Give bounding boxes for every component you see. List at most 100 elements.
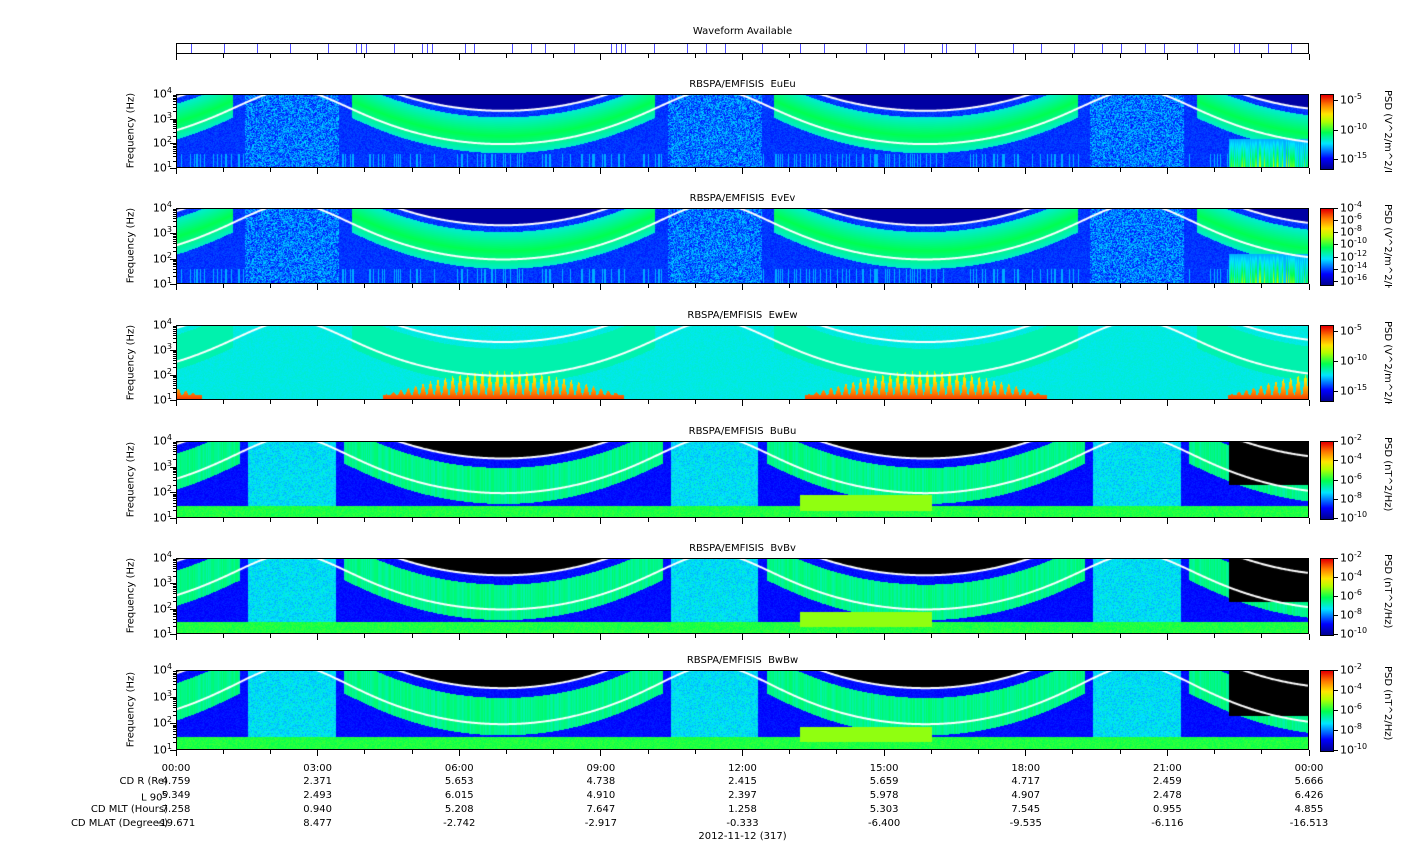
ephemeris-value: 2.493 (303, 790, 332, 801)
x-tick-mark (1308, 284, 1310, 290)
y-tick-mark (173, 700, 176, 702)
colorbar-tick-label: 10-8 (1340, 607, 1362, 622)
y-tick-mark (173, 351, 176, 353)
y-tick-label: 102 (152, 484, 172, 499)
waveform-mark (512, 44, 514, 53)
waveform-mark (1040, 44, 1042, 53)
colorbar-tick-label: 10-6 (1340, 471, 1362, 487)
colorbar-tick-mark (1333, 208, 1338, 209)
x-tick-mark (978, 284, 980, 288)
x-tick-mark (1072, 518, 1074, 522)
y-tick-mark (173, 565, 176, 567)
y-tick-mark (173, 444, 176, 446)
waveform-mark (762, 44, 764, 53)
y-tick-mark (173, 612, 176, 614)
y-tick-mark (173, 382, 176, 384)
ephemeris-value: 8.477 (303, 818, 332, 829)
x-tick-mark (222, 400, 224, 404)
ephemeris-value: 7.258 (161, 804, 191, 815)
x-tick-mark (269, 284, 271, 288)
x-tick-mark (1025, 284, 1027, 290)
y-tick-mark (173, 559, 176, 561)
colorbar-label: PSD (nT^2/Hz) (1382, 666, 1393, 741)
y-tick-mark (173, 446, 176, 448)
x-tick-mark (1166, 168, 1168, 174)
y-tick-label: 102 (152, 600, 172, 616)
x-tick-mark (1119, 750, 1121, 754)
colorbar-tick-mark (1333, 232, 1338, 234)
x-tick-mark (364, 54, 366, 58)
x-tick-mark (836, 400, 838, 404)
colorbar-exponent: -2 (1354, 433, 1362, 442)
y-tick-mark (173, 621, 176, 623)
x-tick-mark (742, 284, 743, 290)
colorbar-tick-label: 10-16 (1340, 272, 1368, 288)
colorbar-tick-mark (1333, 479, 1338, 481)
y-tick-mark (173, 334, 176, 336)
x-tick-mark (930, 54, 932, 58)
y-tick-mark (173, 741, 176, 743)
x-tick-mark (600, 54, 602, 60)
colorbar-tick-mark (1333, 577, 1338, 578)
x-tick-mark (978, 634, 980, 638)
ephemeris-value: 4.907 (1011, 790, 1041, 801)
panel-title: RBSPA/EMFISIS BvBv (689, 543, 796, 554)
colorbar-tick-mark (1333, 244, 1338, 246)
y-tick-mark (173, 561, 176, 563)
plot-frame (176, 558, 1309, 634)
y-tick-mark (173, 122, 176, 124)
y-tick-mark (173, 596, 176, 598)
x-tick-label: 06:00 (444, 763, 474, 774)
x-tick-mark (1072, 284, 1074, 288)
panel-title: RBSPA/EMFISIS EwEw (687, 310, 798, 321)
y-tick-label: 103 (152, 688, 172, 704)
y-axis-label: Frequency (Hz) (125, 207, 137, 284)
ephemeris-value: 4.717 (1011, 776, 1041, 787)
x-tick-mark (1072, 634, 1074, 638)
y-tick-mark (173, 611, 176, 613)
x-tick-mark (1308, 54, 1310, 60)
x-tick-mark (553, 284, 555, 288)
y-tick-mark (173, 160, 176, 162)
y-tick-mark (173, 135, 176, 137)
x-tick-mark (789, 400, 791, 404)
x-tick-mark (1119, 518, 1121, 522)
waveform-mark (1291, 44, 1293, 53)
colorbar-exponent: -4 (1354, 569, 1362, 578)
colorbar-exponent: -4 (1354, 200, 1362, 209)
colorbar-tick-mark (1333, 460, 1338, 462)
y-tick-label: 103 (152, 225, 172, 240)
x-tick-label: 09:00 (586, 763, 616, 774)
waveform-mark (1163, 44, 1165, 53)
waveform-mark (620, 44, 622, 53)
x-tick-mark (1308, 750, 1310, 756)
waveform-mark (904, 44, 905, 53)
y-tick-mark (173, 363, 176, 365)
y-tick-mark (173, 590, 176, 592)
x-tick-mark (836, 284, 838, 288)
x-tick-mark (411, 284, 413, 288)
ephemeris-value: 7.545 (1011, 804, 1041, 815)
ephemeris-value: -2.742 (443, 818, 476, 829)
x-tick-mark (1072, 168, 1074, 172)
y-tick-mark (173, 264, 176, 266)
x-tick-mark (694, 54, 696, 58)
x-tick-mark (1025, 168, 1027, 174)
waveform-mark (365, 44, 367, 53)
y-tick-mark (173, 702, 176, 704)
y-tick-mark (173, 474, 176, 476)
colorbar-tick-mark (1333, 690, 1338, 691)
colorbar (1320, 558, 1334, 636)
colorbar-exponent: -2 (1354, 662, 1362, 671)
ephemeris-value: 5.303 (869, 804, 899, 815)
x-tick-mark (505, 518, 507, 522)
y-tick-mark (173, 469, 176, 471)
ephemeris-value: -0.333 (726, 818, 759, 829)
x-tick-mark (317, 400, 319, 406)
y-tick-label: 104 (152, 86, 172, 101)
x-tick-mark (883, 284, 885, 290)
y-tick-mark (170, 750, 176, 751)
x-tick-mark (836, 54, 838, 58)
colorbar (1320, 94, 1334, 170)
ephemeris-row-label: CD MLT (Hours) (0, 804, 168, 815)
